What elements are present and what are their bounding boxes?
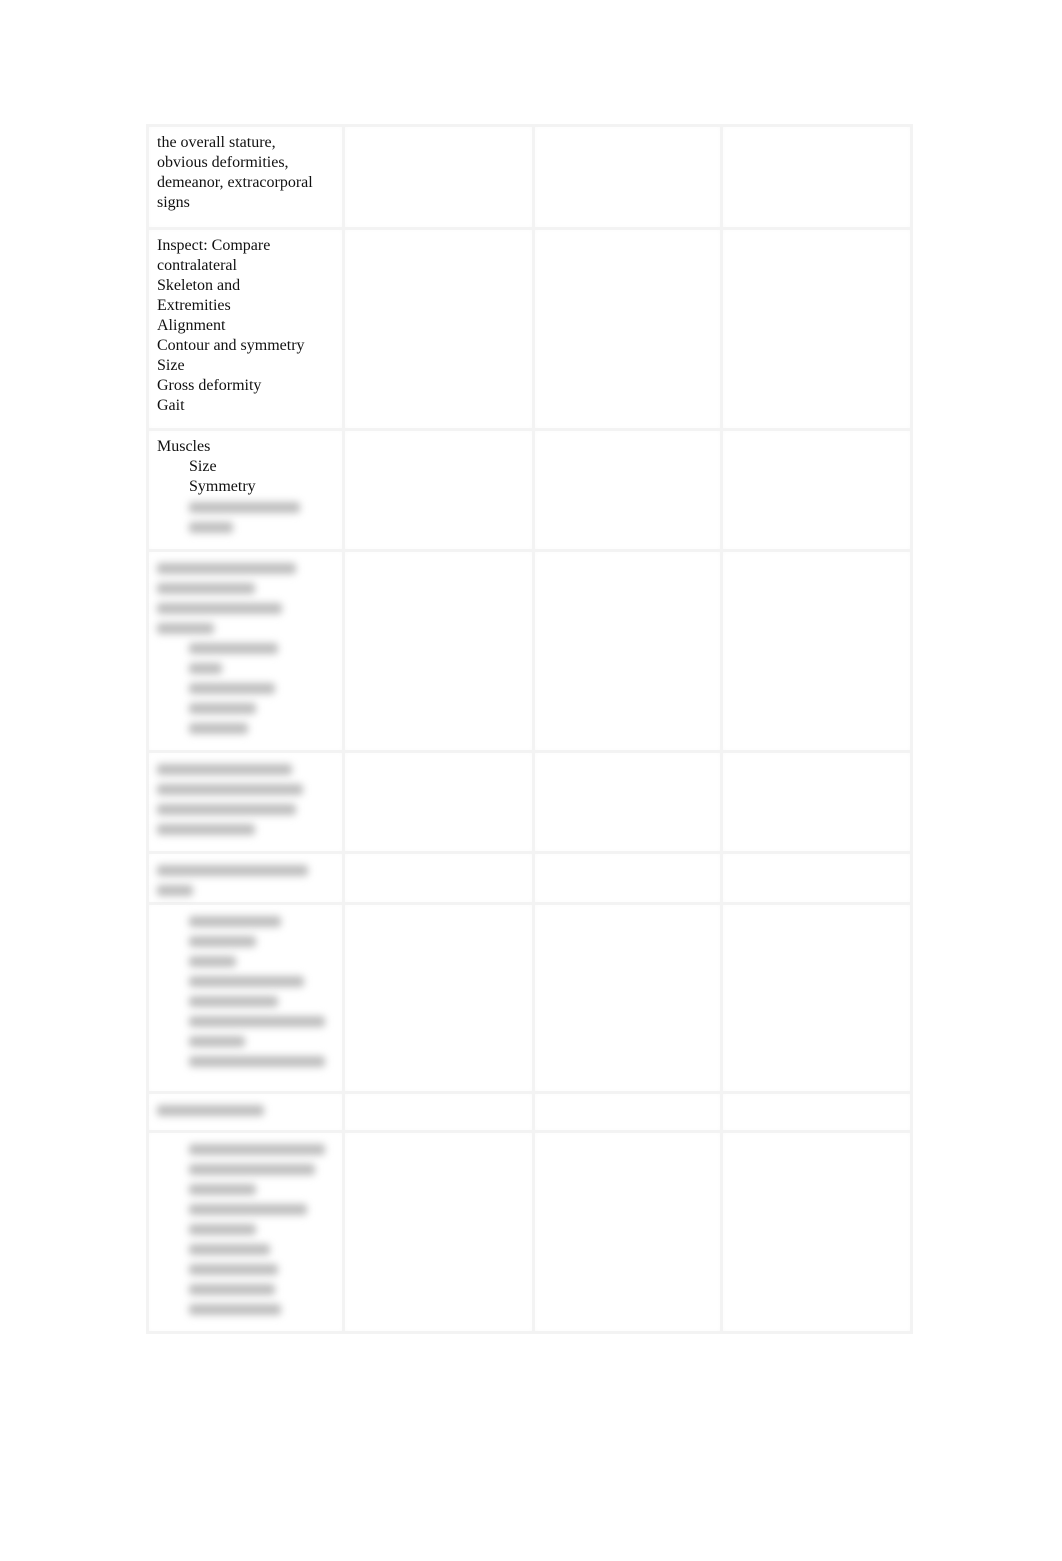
obscured-text-line: [157, 1159, 334, 1179]
empty-cell: [342, 1091, 535, 1133]
empty-cell: [720, 124, 913, 230]
obscured-text-line: [157, 578, 334, 598]
obscured-text-line: [157, 1279, 334, 1299]
obscured-text-line: [157, 1259, 334, 1279]
empty-cell: [532, 750, 723, 854]
obscured-text-line: [157, 819, 334, 839]
obscured-text-line: [157, 678, 334, 698]
empty-cell: [342, 851, 535, 905]
item-text: Inspect: Compare: [157, 237, 271, 254]
empty-cell: [342, 750, 535, 854]
item-cell: [146, 750, 345, 854]
sub-item-text: Size: [189, 458, 217, 475]
empty-cell: [720, 428, 913, 552]
item-text: the overall stature,: [157, 134, 276, 151]
obscured-text-line: [157, 517, 334, 537]
table-row: Muscles Size Symmetry: [146, 428, 913, 552]
item-cell: Muscles Size Symmetry: [146, 428, 345, 552]
obscured-text-line: [157, 971, 334, 991]
obscured-text-line: [157, 1051, 334, 1071]
table-row: Inspect: Compare contralateral Skeleton an…: [146, 227, 913, 431]
empty-cell: [532, 902, 723, 1094]
item-text: Contour and symmetry: [157, 337, 305, 354]
obscured-text-line: [157, 1199, 334, 1219]
document-page: the overall stature, obvious deformities,…: [0, 0, 1062, 1561]
empty-cell: [342, 428, 535, 552]
table-row: [146, 851, 913, 905]
obscured-text-line: [157, 931, 334, 951]
empty-cell: [720, 227, 913, 431]
table-row: [146, 902, 913, 1094]
item-text: Gross deformity: [157, 377, 262, 394]
obscured-text-line: [157, 860, 334, 880]
item-cell: [146, 549, 345, 753]
table-row: the overall stature, obvious deformities,…: [146, 124, 913, 230]
item-cell: [146, 902, 345, 1094]
item-cell: the overall stature, obvious deformities,…: [146, 124, 345, 230]
item-cell: [146, 1130, 345, 1334]
obscured-text-line: [157, 779, 334, 799]
obscured-text-line: [157, 1219, 334, 1239]
obscured-text-line: [157, 638, 334, 658]
empty-cell: [342, 902, 535, 1094]
empty-cell: [720, 549, 913, 753]
obscured-text-line: [157, 1179, 334, 1199]
empty-cell: [342, 1130, 535, 1334]
obscured-text-line: [157, 880, 334, 900]
empty-cell: [532, 1091, 723, 1133]
item-text: Muscles: [157, 438, 211, 455]
empty-cell: [720, 750, 913, 854]
item-text: Skeleton and: [157, 277, 241, 294]
obscured-text-line: [157, 1139, 334, 1159]
item-text: Extremities: [157, 297, 231, 314]
empty-cell: [720, 1130, 913, 1334]
obscured-text-line: [157, 1299, 334, 1319]
obscured-text-line: [157, 618, 334, 638]
empty-cell: [532, 549, 723, 753]
item-cell: Inspect: Compare contralateral Skeleton an…: [146, 227, 345, 431]
table-row: [146, 750, 913, 854]
empty-cell: [342, 549, 535, 753]
obscured-text-line: [157, 799, 334, 819]
obscured-text-line: [157, 558, 334, 578]
obscured-text-line: [157, 1239, 334, 1259]
obscured-text-line: [157, 718, 334, 738]
obscured-text-line: [157, 1100, 334, 1120]
obscured-text-line: [157, 911, 334, 931]
obscured-text-line: [157, 497, 334, 517]
table-row: [146, 1091, 913, 1133]
empty-cell: [342, 227, 535, 431]
empty-cell: [342, 124, 535, 230]
item-text: Size: [157, 357, 185, 374]
item-cell: [146, 851, 345, 905]
obscured-text-line: [157, 1031, 334, 1051]
item-text: Alignment: [157, 317, 226, 334]
obscured-text-line: [157, 698, 334, 718]
obscured-text-line: [157, 951, 334, 971]
item-text: demeanor, extracorporal: [157, 174, 313, 191]
assessment-table: the overall stature, obvious deformities,…: [146, 124, 913, 1334]
empty-cell: [532, 851, 723, 905]
table-body: the overall stature, obvious deformities,…: [146, 124, 913, 1334]
obscured-text-line: [157, 759, 334, 779]
item-text: signs: [157, 194, 190, 211]
obscured-text-line: [157, 658, 334, 678]
item-text: obvious deformities,: [157, 154, 289, 171]
item-cell: [146, 1091, 345, 1133]
obscured-text-line: [157, 598, 334, 618]
item-text: Gait: [157, 397, 185, 414]
table-row: [146, 1130, 913, 1334]
obscured-text-line: [157, 1011, 334, 1031]
empty-cell: [720, 1091, 913, 1133]
empty-cell: [720, 902, 913, 1094]
table-row: [146, 549, 913, 753]
empty-cell: [532, 124, 723, 230]
obscured-text-line: [157, 991, 334, 1011]
empty-cell: [532, 428, 723, 552]
empty-cell: [532, 227, 723, 431]
empty-cell: [532, 1130, 723, 1334]
sub-item-text: Symmetry: [189, 478, 256, 495]
empty-cell: [720, 851, 913, 905]
item-text: contralateral: [157, 257, 237, 274]
